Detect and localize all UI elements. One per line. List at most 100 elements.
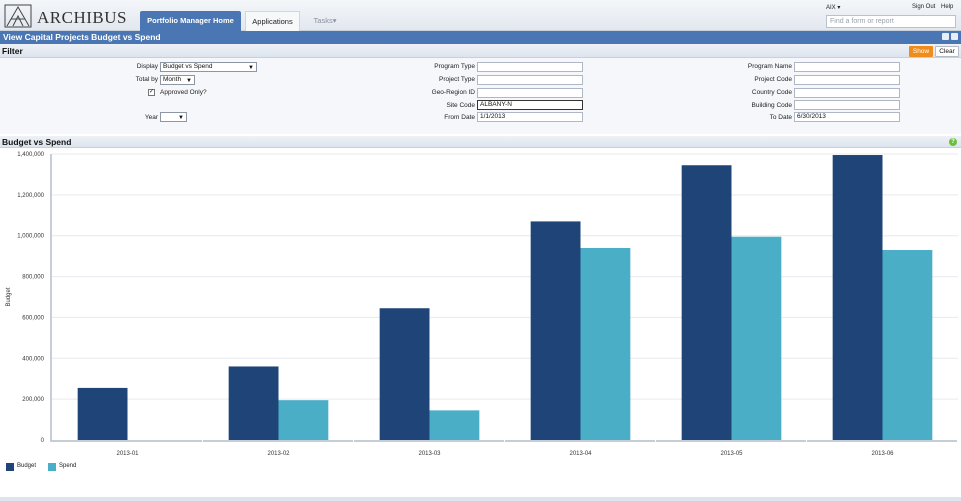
display-label: Display bbox=[136, 63, 158, 70]
approved-checkbox[interactable]: ✓ bbox=[148, 89, 155, 96]
x-tick-label: 2013-01 bbox=[116, 451, 139, 457]
total-by-label: Total by bbox=[135, 76, 158, 83]
project-code-label: Project Code bbox=[754, 76, 792, 83]
view-title-bar: View Capital Projects Budget vs Spend bbox=[0, 31, 961, 44]
logo-text: ARCHIBUS bbox=[37, 8, 127, 27]
chart-panel-header: Budget vs Spend bbox=[0, 136, 961, 148]
x-axis-separator bbox=[957, 440, 958, 443]
total-by-select[interactable]: Month ▼ bbox=[160, 75, 195, 85]
country-code-label: Country Code bbox=[751, 89, 792, 96]
chevron-down-icon: ▾ bbox=[835, 5, 841, 11]
to-date-label: To Date bbox=[769, 114, 792, 121]
x-axis-separator bbox=[655, 440, 656, 443]
show-button[interactable]: Show bbox=[909, 46, 933, 57]
clear-button[interactable]: Clear bbox=[935, 46, 959, 57]
tab-applications[interactable]: Applications bbox=[245, 11, 300, 31]
tab-tasks-label: Tasks bbox=[313, 16, 333, 25]
app-header: ARCHIBUS Portfolio Manager Home Applicat… bbox=[0, 0, 961, 31]
to-date-field[interactable]: 6/30/2013 bbox=[794, 112, 900, 122]
y-tick-label: 1,400,000 bbox=[17, 152, 44, 158]
filter-header: Filter bbox=[0, 44, 961, 58]
filter-title: Filter bbox=[2, 46, 23, 56]
y-tick-label: 0 bbox=[41, 438, 45, 444]
project-code-field[interactable] bbox=[794, 75, 900, 85]
search-input[interactable]: Find a form or report bbox=[826, 15, 956, 28]
approved-label: Approved Only? bbox=[160, 89, 207, 96]
bar-budget-2013-02 bbox=[228, 366, 279, 440]
bar-budget-2013-04 bbox=[530, 221, 581, 440]
geo-region-field[interactable] bbox=[477, 88, 583, 98]
footer-strip bbox=[0, 497, 961, 501]
x-tick-label: 2013-06 bbox=[871, 451, 894, 457]
x-tick-label: 2013-03 bbox=[418, 451, 441, 457]
legend-label-spend: Spend bbox=[59, 463, 77, 469]
tab-portfolio-manager-home[interactable]: Portfolio Manager Home bbox=[140, 11, 241, 31]
y-tick-label: 1,200,000 bbox=[17, 193, 44, 199]
project-type-label: Project Type bbox=[438, 76, 475, 83]
year-select[interactable]: ▼ bbox=[160, 112, 187, 122]
y-tick-label: 1,000,000 bbox=[17, 234, 44, 240]
building-code-field[interactable] bbox=[794, 100, 900, 110]
from-date-label: From Date bbox=[444, 114, 475, 121]
x-axis-separator bbox=[504, 440, 505, 443]
chevron-down-icon: ▼ bbox=[186, 78, 192, 84]
y-tick-label: 400,000 bbox=[22, 356, 44, 362]
x-axis-separator bbox=[202, 440, 203, 443]
program-type-field[interactable] bbox=[477, 62, 583, 72]
y-tick-label: 800,000 bbox=[22, 275, 44, 281]
site-code-label: Site Code bbox=[446, 102, 475, 109]
program-name-label: Program Name bbox=[747, 63, 792, 70]
app-window: ARCHIBUS Portfolio Manager Home Applicat… bbox=[0, 0, 961, 501]
chevron-down-icon: ▾ bbox=[332, 16, 337, 25]
bar-spend-2013-03 bbox=[429, 410, 480, 440]
y-axis-line bbox=[50, 154, 52, 440]
logo-mark-icon bbox=[4, 4, 32, 28]
program-name-field[interactable] bbox=[794, 62, 900, 72]
legend-swatch-spend bbox=[48, 463, 56, 471]
x-tick-label: 2013-05 bbox=[720, 451, 743, 457]
title-actions bbox=[940, 33, 958, 42]
program-type-label: Program Type bbox=[434, 63, 475, 70]
display-value: Budget vs Spend bbox=[163, 63, 213, 70]
help-link[interactable]: Help bbox=[941, 4, 953, 10]
bar-spend-2013-04 bbox=[580, 247, 631, 440]
building-code-label: Building Code bbox=[751, 102, 792, 109]
bar-spend-2013-05 bbox=[731, 236, 782, 440]
archibus-logo[interactable]: ARCHIBUS bbox=[4, 4, 127, 28]
x-tick-label: 2013-02 bbox=[267, 451, 290, 457]
x-axis-separator bbox=[353, 440, 354, 443]
sign-out-link[interactable]: Sign Out bbox=[912, 4, 935, 10]
bar-spend-2013-02 bbox=[278, 400, 329, 440]
y-tick-label: 600,000 bbox=[22, 315, 44, 321]
bar-spend-2013-06 bbox=[882, 250, 933, 440]
email-icon[interactable] bbox=[951, 33, 958, 40]
page-title: View Capital Projects Budget vs Spend bbox=[3, 32, 161, 42]
legend-label-budget: Budget bbox=[17, 463, 37, 469]
y-axis-label: Budget bbox=[6, 287, 12, 306]
display-select[interactable]: Budget vs Spend ▼ bbox=[160, 62, 257, 72]
budget-vs-spend-chart: 0 200,000 400,000 600,000 800,000 1,000,000 1,… bbox=[6, 152, 958, 457]
chevron-down-icon: ▼ bbox=[248, 65, 254, 71]
x-tick-label: 2013-04 bbox=[569, 451, 592, 457]
from-date-field[interactable]: 1/1/2013 bbox=[477, 112, 583, 122]
bar-budget-2013-01 bbox=[77, 387, 128, 440]
legend-swatch-budget bbox=[6, 463, 14, 471]
bar-budget-2013-05 bbox=[681, 165, 732, 440]
bar-budget-2013-06 bbox=[832, 155, 883, 440]
tab-tasks[interactable]: Tasks▾ bbox=[305, 11, 345, 31]
country-code-field[interactable] bbox=[794, 88, 900, 98]
geo-region-label: Geo-Region ID bbox=[431, 89, 475, 96]
chart-panel-title: Budget vs Spend bbox=[2, 137, 72, 147]
help-icon[interactable]: ? bbox=[949, 138, 957, 146]
bar-budget-2013-03 bbox=[379, 308, 430, 440]
project-type-field[interactable] bbox=[477, 75, 583, 85]
chevron-down-icon: ▼ bbox=[178, 115, 184, 121]
y-tick-label: 200,000 bbox=[22, 397, 44, 403]
site-code-field[interactable]: ALBANY-N bbox=[477, 100, 583, 110]
total-by-value: Month bbox=[163, 76, 182, 83]
year-label: Year bbox=[144, 114, 158, 121]
user-menu[interactable]: AIX ▾ bbox=[826, 4, 840, 11]
user-name: AIX bbox=[826, 5, 836, 11]
x-axis-separator bbox=[806, 440, 807, 443]
print-icon[interactable] bbox=[942, 33, 949, 40]
